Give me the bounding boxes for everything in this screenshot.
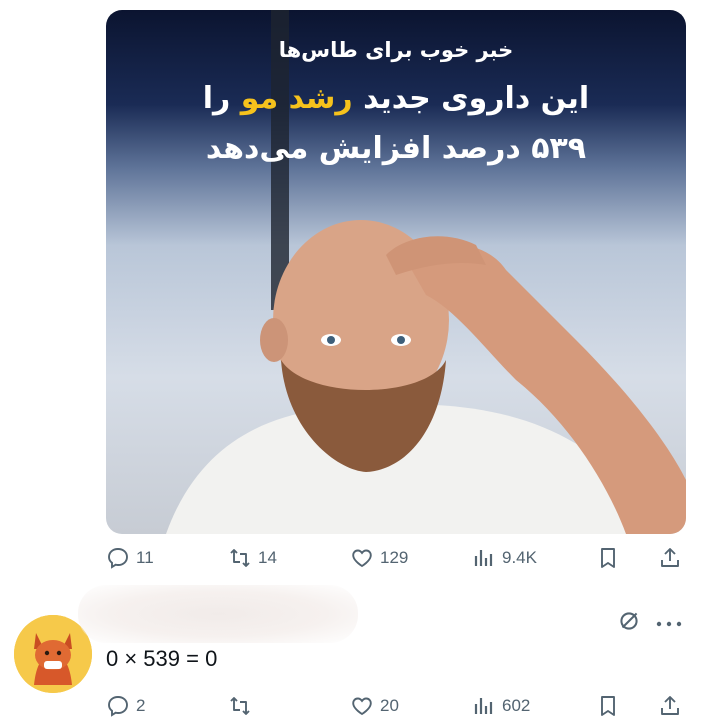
heart-icon	[352, 697, 372, 716]
headline-line-3: ۵۳۹ درصد افزایش می‌دهد	[205, 131, 587, 166]
reply-share-button[interactable]	[658, 688, 682, 724]
bookmark-button[interactable]	[596, 540, 620, 576]
reply-bookmark-button[interactable]	[596, 688, 620, 724]
repost-count: 14	[258, 548, 277, 567]
like-button[interactable]: 129	[350, 540, 408, 576]
grok-icon	[620, 612, 638, 630]
reply-view-count: 602	[502, 696, 531, 715]
view-count: 9.4K	[502, 548, 537, 567]
reply-like-count: 20	[380, 696, 399, 715]
analytics-icon	[474, 550, 493, 566]
heart-icon	[352, 549, 372, 568]
share-icon	[661, 696, 679, 715]
reply-action-bar: 2 20 602	[106, 688, 686, 724]
like-count: 129	[380, 548, 409, 567]
repost-icon	[230, 549, 250, 567]
share-icon	[661, 548, 679, 567]
reply-repost-button[interactable]	[228, 688, 258, 724]
blurred-username	[78, 585, 358, 643]
bookmark-icon	[601, 548, 615, 568]
headline-highlight: رشد مو	[240, 81, 353, 116]
bookmark-icon	[601, 696, 615, 716]
more-button[interactable]	[654, 610, 684, 635]
comment-icon	[108, 696, 128, 717]
reply-views-button[interactable]: 602	[472, 688, 530, 724]
reply-button[interactable]: 11	[106, 540, 154, 576]
headline: خبر خوب برای طاس‌ها این داروی جدید رشد م…	[106, 32, 686, 174]
share-button[interactable]	[658, 540, 682, 576]
repost-button[interactable]: 14	[228, 540, 277, 576]
reply-count: 11	[136, 548, 154, 567]
post-image[interactable]: خبر خوب برای طاس‌ها این داروی جدید رشد م…	[106, 10, 686, 534]
comment-icon	[108, 548, 128, 569]
headline-line-1: خبر خوب برای طاس‌ها	[278, 38, 514, 62]
post-action-bar: 11 14 129 9.4K	[106, 540, 686, 576]
headline-line-2-suffix: را	[202, 81, 241, 116]
analytics-icon	[474, 698, 493, 714]
more-icon	[656, 621, 682, 627]
reply-reply-button[interactable]: 2	[106, 688, 145, 724]
grok-button[interactable]	[616, 608, 642, 638]
reply-like-button[interactable]: 20	[350, 688, 399, 724]
reply-text: 0 × 539 = 0	[106, 646, 218, 671]
reply-reply-count: 2	[136, 696, 146, 715]
headline-line-2-prefix: این داروی جدید	[352, 81, 590, 116]
headline-line-2: این داروی جدید رشد مو را	[106, 74, 686, 124]
views-button[interactable]: 9.4K	[472, 540, 537, 576]
repost-icon	[230, 697, 250, 715]
